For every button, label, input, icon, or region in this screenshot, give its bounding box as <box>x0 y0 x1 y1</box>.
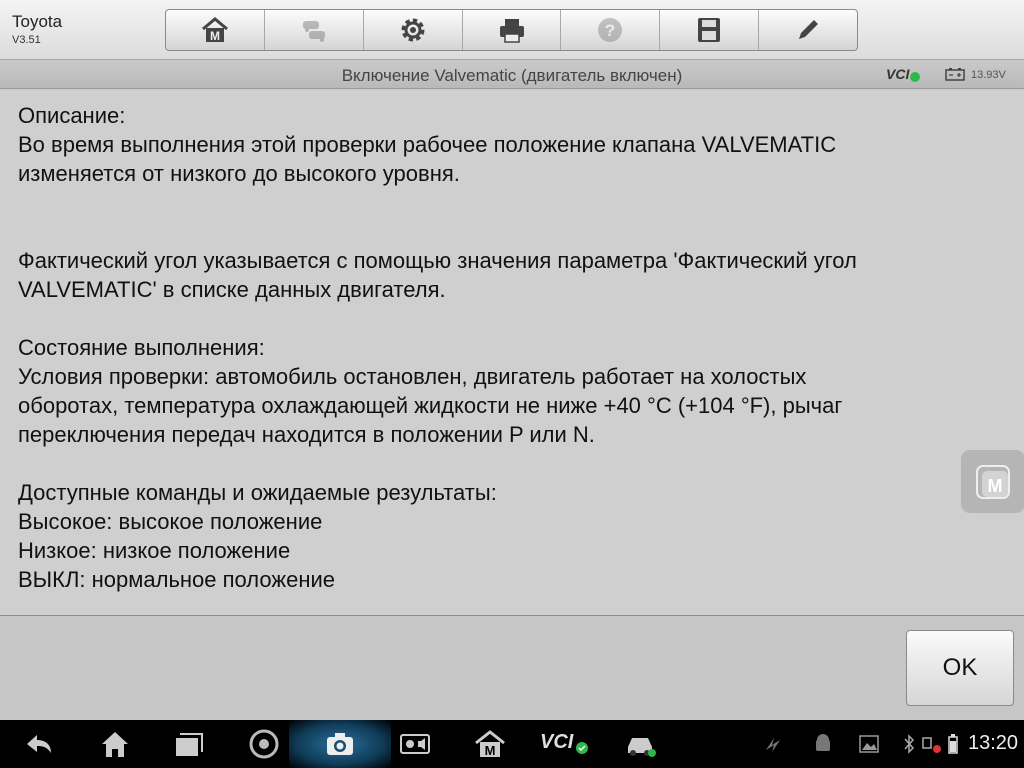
camera-icon <box>327 733 353 755</box>
system-clock: 13:20 <box>968 732 1019 754</box>
pencil-icon <box>799 20 819 39</box>
floating-home-button[interactable]: M <box>961 450 1024 513</box>
home-nav-button[interactable] <box>98 728 132 760</box>
camera-button[interactable] <box>323 728 357 760</box>
app-name: Toyota <box>12 12 63 31</box>
gallery-icon <box>859 735 879 753</box>
back-icon <box>27 735 51 753</box>
car-icon <box>628 738 656 757</box>
back-button[interactable] <box>22 728 56 760</box>
system-navigation-bar: M VCI 13:20 <box>0 720 1024 768</box>
battery-status: 13.93V <box>945 68 1006 81</box>
vehicle-swap-icon <box>302 21 325 42</box>
brightness-volume-icon <box>400 734 430 754</box>
app-identity: Toyota V3.51 <box>12 12 62 48</box>
svg-text:M: M <box>988 476 1003 496</box>
procedure-description: Описание: Во время выполнения этой прове… <box>18 103 857 592</box>
top-toolbar: Toyota V3.51 M ? <box>0 0 1024 60</box>
print-button[interactable] <box>463 10 562 50</box>
vci-connected-icon <box>576 742 588 754</box>
nav-vci-label[interactable]: VCI <box>540 731 573 754</box>
svg-text:?: ? <box>605 21 615 40</box>
settings-button[interactable] <box>364 10 463 50</box>
battery-level-icon <box>948 734 958 754</box>
recent-apps-icon <box>176 733 203 756</box>
chrome-icon <box>249 729 279 759</box>
m-logo-icon: M <box>475 730 505 758</box>
network-disconnected-icon <box>922 737 941 753</box>
footer: OK <box>0 617 1024 720</box>
printer-icon <box>499 19 524 43</box>
title-bar: Включение Valvematic (двигатель включен)… <box>0 61 1024 89</box>
save-icon <box>698 18 721 42</box>
home-button[interactable]: M <box>166 10 265 50</box>
vehicle-swap-button[interactable] <box>265 10 364 50</box>
gear-icon <box>401 18 425 42</box>
vehicle-button[interactable] <box>623 728 657 760</box>
m-logo-icon: M <box>976 464 1010 499</box>
maxisys-home-button[interactable]: M <box>473 728 507 760</box>
ok-button[interactable]: OK <box>906 630 1014 706</box>
battery-icon <box>945 68 965 81</box>
bluetooth-icon <box>904 734 915 754</box>
recent-apps-button[interactable] <box>172 728 206 760</box>
svg-text:M: M <box>485 743 496 758</box>
svg-text:M: M <box>210 29 220 43</box>
help-button[interactable]: ? <box>561 10 661 50</box>
save-button[interactable] <box>660 10 760 50</box>
app-version: V3.51 <box>12 34 41 46</box>
home-icon <box>102 732 128 757</box>
edit-button[interactable] <box>759 10 857 50</box>
chrome-button[interactable] <box>247 728 281 760</box>
page-title: Включение Valvematic (двигатель включен) <box>341 66 683 85</box>
help-icon: ? <box>598 18 623 42</box>
home-m-icon: M <box>201 17 228 43</box>
brightness-volume-button[interactable] <box>398 728 432 760</box>
android-icon <box>816 734 830 751</box>
usb-debug-icon <box>766 738 780 752</box>
toolbar-button-group: M ? <box>165 9 858 51</box>
content-panel: Описание: Во время выполнения этой прове… <box>0 90 1024 616</box>
battery-voltage: 13.93V <box>971 68 1006 81</box>
vci-status: VCI <box>886 66 921 82</box>
vci-connected-icon <box>910 72 921 82</box>
vci-label: VCI <box>886 66 910 82</box>
